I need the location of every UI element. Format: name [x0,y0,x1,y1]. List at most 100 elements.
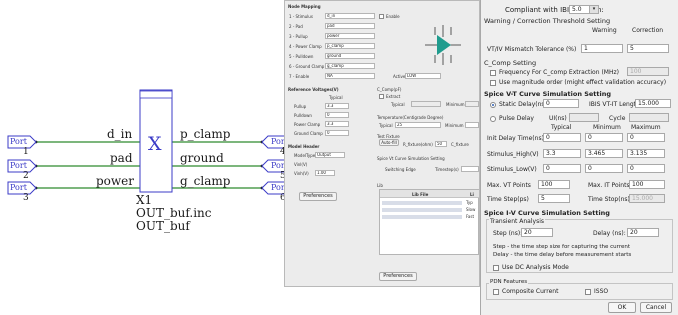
stim-low-minimum-input[interactable]: 0 [585,164,623,173]
node-row-label-1: 1 - Stimulus [289,14,313,19]
pdn-section-title: PDN Features [489,279,529,286]
autofill-button[interactable]: Auto-fill [379,139,399,146]
stim-low-maximum-input[interactable]: 0 [627,164,665,173]
temp-typical-input[interactable]: 25 [395,122,441,128]
magnitude-checkbox[interactable] [490,80,496,86]
static-delay-radio[interactable] [490,102,496,108]
ccomp-title: C_Comp(pF) [377,87,402,92]
composite-current-checkbox[interactable] [493,289,499,295]
init-delay-maximum-input[interactable]: 0 [627,133,665,142]
correction-col: Correction [632,27,664,34]
port-label-left-1[interactable]: Port [10,137,27,146]
lib-table-header [380,190,479,198]
node-row-select-6[interactable]: g_clamp [325,63,375,69]
lib-row-3-path[interactable] [382,215,462,219]
net-label-p-clamp: p_clamp [180,127,231,141]
vinh-input[interactable]: 1.00 [315,170,335,176]
warning-col: Warning [592,27,617,34]
ibis-length-input[interactable]: 15.000 [635,99,671,108]
ccomp-typical-col: Typical [391,102,405,107]
init-delay-typical-input[interactable]: 0 [543,133,581,142]
time-step-input[interactable]: 5 [538,194,570,203]
cfixture-label: C_fixture [451,142,469,147]
power-clamp-input[interactable]: 3.3 [325,121,349,127]
freq-input[interactable]: 100 [627,67,669,76]
time-step-label: Time Step(ps) [487,196,529,203]
node-row-label-5: 5 - Pulldown [289,54,314,59]
lib-row-3-corner: Fast [466,214,475,219]
max-vt-label: Max. VT Points [487,182,531,189]
pullup-input[interactable]: 3.3 [325,103,349,109]
cancel-button[interactable]: Cancel [640,302,672,313]
port-label-left-2[interactable]: Port [10,161,27,170]
schematic-canvas [7,89,291,195]
temp-minimum-input[interactable] [465,122,479,128]
delay-input[interactable]: 20 [627,228,659,237]
stim-high-minimum-input[interactable]: 3.465 [585,149,623,158]
modeltype-select[interactable]: Output [315,152,345,158]
vt-section-title: Spice V-T Curve Simulation Setting [484,90,612,98]
port-label-left-3[interactable]: Port [10,183,27,192]
freq-checkbox[interactable] [490,70,496,76]
freq-label: Frequency For C_comp Extraction (MHz) [499,69,619,76]
init-delay-minimum-input[interactable]: 0 [585,133,623,142]
active-select[interactable]: LOW [405,73,441,79]
component-file: OUT_buf.inc [136,206,212,220]
active-label: Active [393,74,406,79]
ccomp-typical-input[interactable] [411,101,441,107]
time-stop-input[interactable]: 15.000 [629,194,665,203]
lib-row-2-corner: Slow [466,207,476,212]
cycle-input[interactable] [629,113,669,122]
node-row-label-4: 4 - Power Clamp [289,44,322,49]
ok-button[interactable]: OK [608,302,636,313]
max-it-label: Max. IT Points [588,182,630,189]
chevron-down-icon[interactable]: ▾ [589,6,598,13]
mismatch-warning-input[interactable]: 1 [581,44,623,53]
timestep-input[interactable] [461,166,479,172]
dc-analysis-label: Use DC Analysis Mode [502,264,569,271]
extract-label: Extract [386,94,401,99]
stim-high-label: Stimulus_High(V) [487,151,539,158]
rfixture-input[interactable]: 50 [435,141,447,147]
transient-section-title: Transient Analysis [489,218,545,225]
lib-row-2-path[interactable] [382,208,462,212]
lib-row-1-path[interactable] [382,201,462,205]
ui-input[interactable] [569,113,599,122]
max-vt-input[interactable]: 100 [538,180,570,189]
mismatch-correction-input[interactable]: 5 [627,44,669,53]
node-row-select-1[interactable]: d_in [325,13,375,19]
step-input[interactable]: 20 [521,228,553,237]
node-row-select-3[interactable]: power [325,33,375,39]
stim-low-typical-input[interactable]: 0 [543,164,581,173]
preferences-button-top[interactable]: Preferences [299,192,337,201]
isso-checkbox[interactable] [585,289,591,295]
ground-clamp-input[interactable]: 0 [325,130,349,136]
extract-checkbox[interactable] [379,94,384,99]
modeltype-label: ModelType [294,153,316,158]
vt-typical-col: Typical [551,124,572,131]
max-it-input[interactable]: 100 [629,180,665,189]
delay-label: Delay (ns): [593,230,626,237]
node-row-select-5[interactable]: ground [325,53,375,59]
ibis-model-dialog: Node Mapping 1 - Stimulus d_in 2 - Pad p… [284,0,480,287]
stim-high-maximum-input[interactable]: 3.135 [627,149,665,158]
pulldown-label: Pulldown [294,113,312,118]
dc-analysis-checkbox[interactable] [493,265,499,271]
pulldown-input[interactable]: 0 [325,112,349,118]
ibis-version-select[interactable]: 5.0 ▾ [569,5,599,14]
isso-label: ISSO [594,288,609,295]
static-delay-input[interactable]: 0 [543,99,579,108]
vt-maximum-col: Maximum [631,124,661,131]
node-row-select-2[interactable]: pad [325,23,375,29]
preferences-button[interactable]: Preferences [379,272,417,281]
pulse-delay-radio[interactable] [490,116,496,122]
timestep-label: Timestep(s) [435,167,459,172]
node-row-select-4[interactable]: p_clamp [325,43,375,49]
stim-high-typical-input[interactable]: 3.3 [543,149,581,158]
node-row-select-7[interactable]: NA [325,73,375,79]
stim-low-label: Stimulus_Low(V) [487,166,537,173]
lib-table[interactable]: Lib File Li Typ Slow Fast [379,189,479,255]
enable-checkbox[interactable] [379,14,384,19]
ccomp-minimum-input[interactable] [465,101,479,107]
ui-label: UI(ns) [549,115,567,122]
